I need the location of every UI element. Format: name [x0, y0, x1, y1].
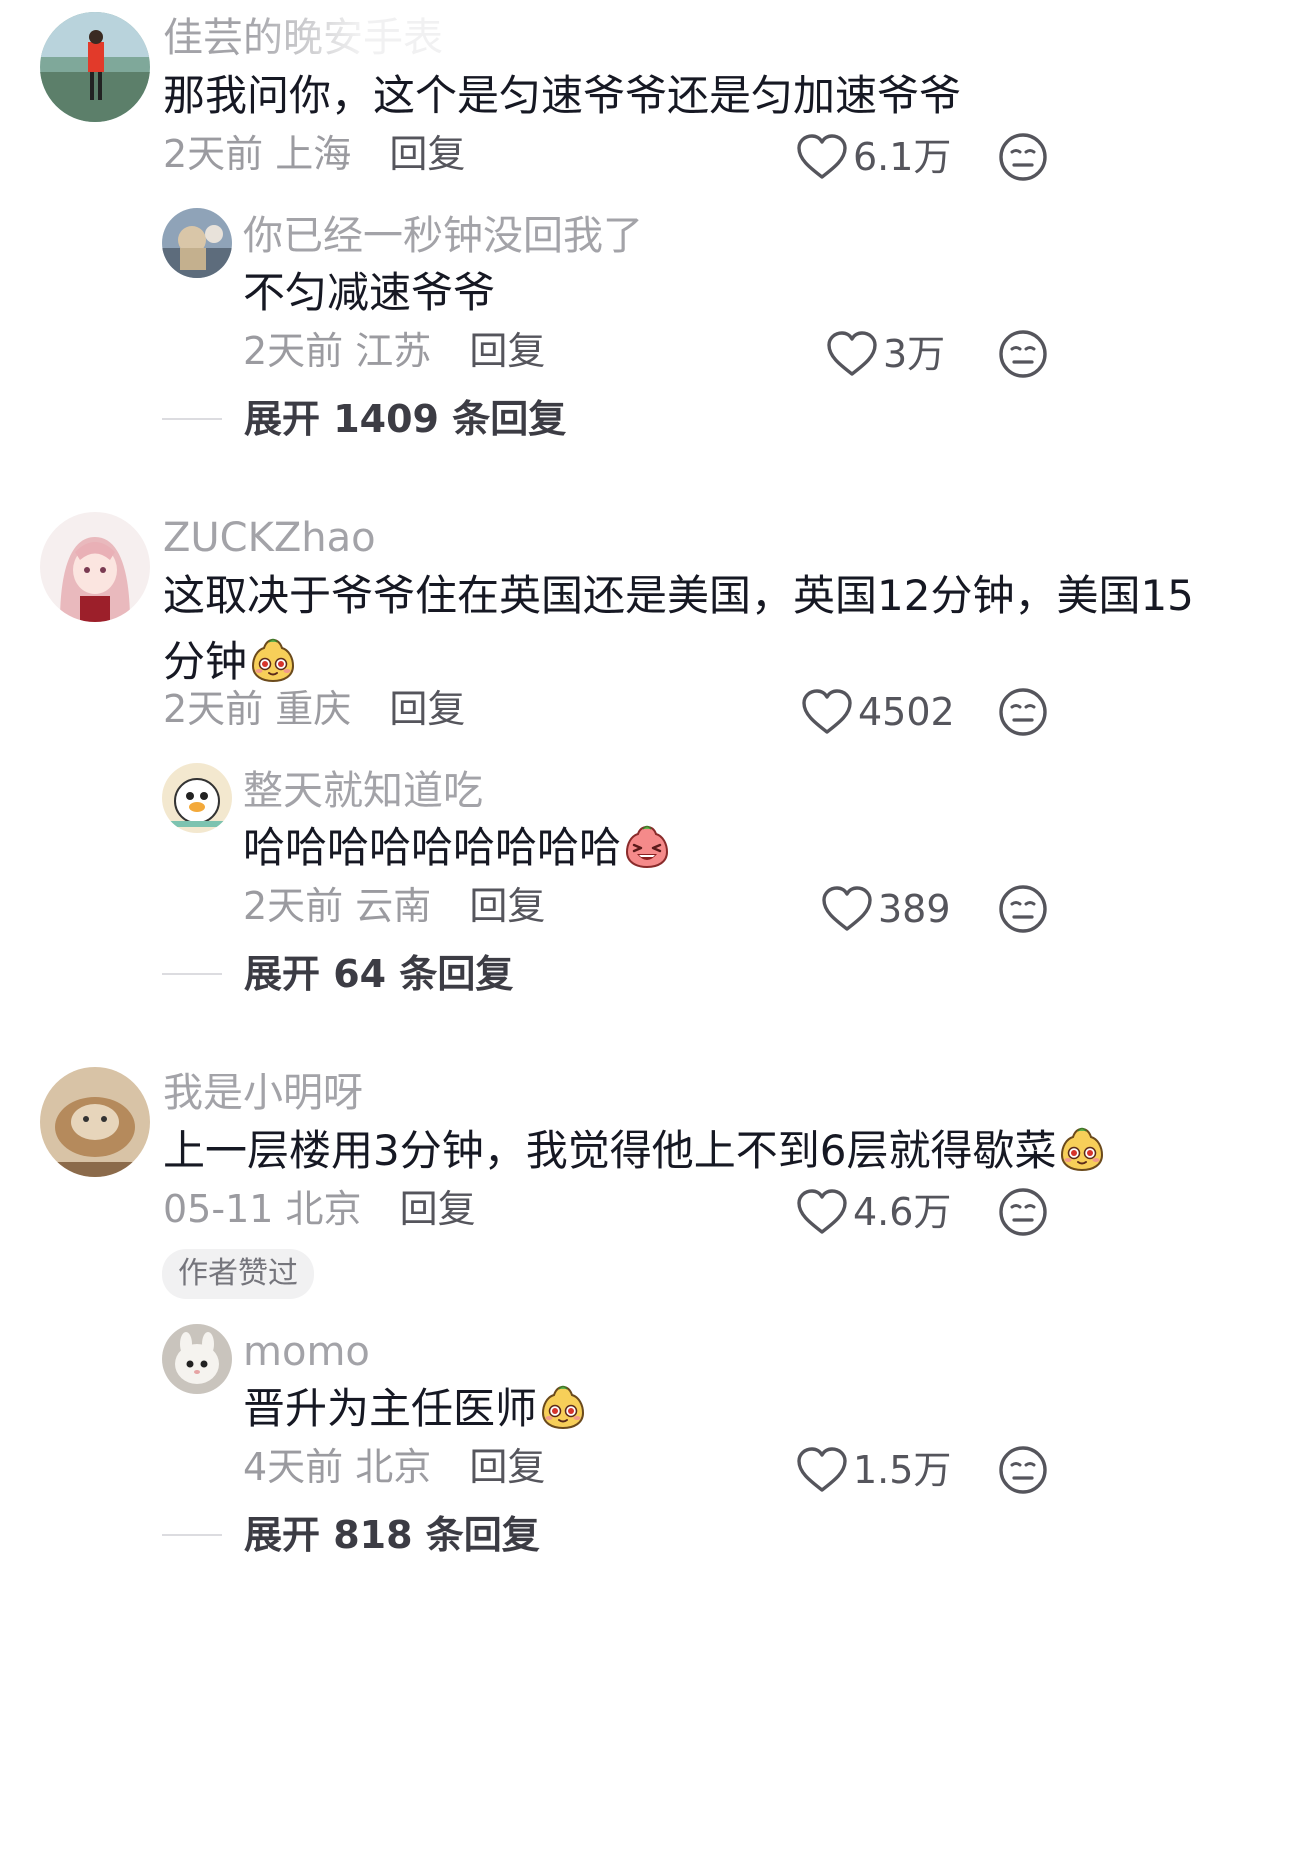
- reply-location: 北京: [355, 1445, 432, 1489]
- avatar[interactable]: [162, 208, 232, 278]
- avatar[interactable]: [40, 512, 150, 622]
- laughing-face-emoji-icon: [623, 822, 671, 870]
- reply-time: 4天前: [243, 1445, 344, 1489]
- expand-replies-button[interactable]: 展开 1409 条回复: [162, 396, 566, 442]
- reply-time: 2天前: [243, 329, 344, 373]
- reply-location: 江苏: [355, 329, 432, 373]
- reply-button[interactable]: 回复: [469, 1445, 545, 1489]
- comment-username[interactable]: 佳芸的晚安手表: [163, 14, 443, 62]
- reply-button[interactable]: 回复: [469, 329, 545, 373]
- heart-icon: [795, 1188, 849, 1236]
- like-count: 4502: [858, 690, 955, 734]
- heart-icon: [820, 885, 874, 933]
- heart-icon: [795, 1446, 849, 1494]
- divider-line: [162, 973, 222, 975]
- comment-location: 北京: [285, 1187, 362, 1231]
- reply-text: 哈哈哈哈哈哈哈哈哈: [243, 815, 1223, 881]
- smug-face-emoji-icon: [539, 1383, 587, 1431]
- dislike-icon[interactable]: [997, 131, 1049, 183]
- author-liked-badge: 作者赞过: [162, 1249, 314, 1299]
- like-count: 3万: [883, 332, 946, 376]
- like-button[interactable]: 6.1万: [795, 133, 951, 181]
- heart-icon: [800, 688, 854, 736]
- comment-text: 那我问你，这个是匀速爷爷还是匀加速爷爷: [163, 71, 962, 120]
- comment-meta: 2天前 重庆 回复: [163, 686, 465, 732]
- like-count: 4.6万: [853, 1190, 952, 1234]
- comment-text: 这取决于爷爷住在英国还是美国，英国12分钟，美国15分钟: [163, 563, 1223, 695]
- comment-text-content: 上一层楼用3分钟，我觉得他上不到6层就得歇菜: [163, 1126, 1057, 1175]
- comment-time: 05-11: [163, 1187, 274, 1231]
- reply-username[interactable]: momo: [243, 1328, 370, 1376]
- reply-button[interactable]: 回复: [389, 687, 465, 731]
- comment-location: 重庆: [275, 687, 352, 731]
- expand-replies-label: 展开 1409 条回复: [244, 397, 567, 441]
- comment-meta: 05-11 北京 回复: [163, 1186, 476, 1232]
- reply-meta: 2天前 江苏 回复: [243, 328, 545, 374]
- divider-line: [162, 418, 222, 420]
- comment-location: 上海: [275, 132, 352, 176]
- reply-button[interactable]: 回复: [389, 132, 465, 176]
- heart-icon: [795, 133, 849, 181]
- smug-face-emoji-icon: [249, 636, 297, 684]
- like-button[interactable]: 4.6万: [795, 1188, 951, 1236]
- avatar[interactable]: [162, 763, 232, 833]
- dislike-icon[interactable]: [997, 1186, 1049, 1238]
- avatar[interactable]: [162, 1324, 232, 1394]
- reply-username[interactable]: 整天就知道吃: [243, 767, 483, 815]
- comment-text-content: 这取决于爷爷住在英国还是美国，英国12分钟，美国15分钟: [163, 571, 1194, 686]
- avatar[interactable]: [40, 1067, 150, 1177]
- like-button[interactable]: 1.5万: [795, 1446, 951, 1494]
- comment-time: 2天前: [163, 687, 264, 731]
- comment-meta: 2天前 上海 回复: [163, 131, 465, 177]
- like-count: 6.1万: [853, 135, 952, 179]
- reply-button[interactable]: 回复: [400, 1187, 476, 1231]
- divider-line: [162, 1534, 222, 1536]
- dislike-icon[interactable]: [997, 686, 1049, 738]
- comment-time: 2天前: [163, 132, 264, 176]
- comment-username[interactable]: 我是小明呀: [163, 1069, 363, 1117]
- reply-text-content: 晋升为主任医师: [243, 1384, 538, 1433]
- reply-username[interactable]: 你已经一秒钟没回我了: [243, 212, 643, 260]
- dislike-icon[interactable]: [997, 1444, 1049, 1496]
- reply-meta: 4天前 北京 回复: [243, 1444, 545, 1490]
- expand-replies-label: 展开 818 条回复: [244, 1513, 540, 1557]
- expand-replies-button[interactable]: 展开 818 条回复: [162, 1512, 540, 1558]
- heart-icon: [825, 330, 879, 378]
- reply-text-content: 哈哈哈哈哈哈哈哈哈: [243, 823, 622, 872]
- reply-text: 晋升为主任医师: [243, 1376, 1223, 1442]
- reply-button[interactable]: 回复: [469, 884, 545, 928]
- expand-replies-button[interactable]: 展开 64 条回复: [162, 951, 513, 997]
- reply-time: 2天前: [243, 884, 344, 928]
- comment-username[interactable]: ZUCKZhao: [163, 514, 376, 562]
- like-count: 389: [878, 887, 951, 931]
- like-button[interactable]: 3万: [825, 330, 945, 378]
- avatar[interactable]: [40, 12, 150, 122]
- reply-meta: 2天前 云南 回复: [243, 883, 545, 929]
- smug-face-emoji-icon: [1058, 1125, 1106, 1173]
- dislike-icon[interactable]: [997, 883, 1049, 935]
- like-button[interactable]: 389: [820, 885, 951, 933]
- expand-replies-label: 展开 64 条回复: [244, 952, 514, 996]
- comment-text: 上一层楼用3分钟，我觉得他上不到6层就得歇菜: [163, 1118, 1223, 1184]
- like-count: 1.5万: [853, 1448, 952, 1492]
- like-button[interactable]: 4502: [800, 688, 955, 736]
- reply-text: 不匀减速爷爷: [243, 268, 496, 317]
- dislike-icon[interactable]: [997, 328, 1049, 380]
- reply-location: 云南: [355, 884, 432, 928]
